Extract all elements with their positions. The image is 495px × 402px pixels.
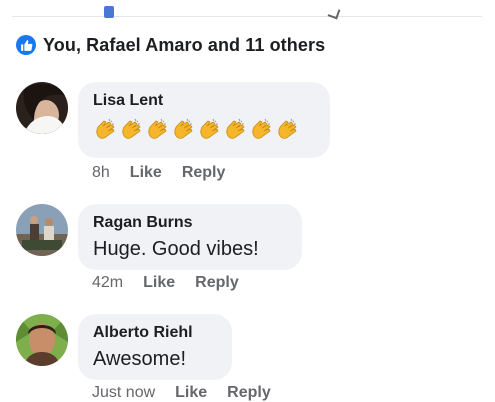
clapping-hands-emoji — [200, 118, 219, 139]
clapping-hands-emoji — [226, 118, 245, 139]
thumbs-up-icon — [16, 35, 36, 55]
comment-bubble[interactable]: Ragan Burns Huge. Good vibes! — [78, 204, 302, 270]
clapping-hands-emoji — [278, 118, 297, 139]
reply-button[interactable]: Reply — [195, 274, 239, 292]
clapping-hands-emoji — [96, 118, 115, 139]
reactions-summary-text: You, Rafael Amaro and 11 others — [43, 34, 326, 55]
comment-actions: 8h Like Reply — [92, 164, 225, 182]
comment-timestamp: 42m — [92, 274, 124, 291]
comment-timestamp: 8h — [92, 164, 110, 181]
comment-text: Awesome! — [93, 348, 187, 370]
comment-actions: Just now Like Reply — [92, 384, 271, 402]
clapping-hands-emoji — [122, 118, 141, 139]
top-divider — [12, 6, 482, 20]
reply-button[interactable]: Reply — [182, 164, 226, 182]
avatar[interactable] — [16, 204, 68, 256]
clapping-hands-emoji — [252, 118, 271, 139]
avatar[interactable] — [16, 314, 68, 366]
reactions-summary[interactable]: You, Rafael Amaro and 11 others — [16, 33, 325, 57]
like-button[interactable]: Like — [130, 164, 162, 182]
reply-button[interactable]: Reply — [227, 384, 271, 402]
comment-author[interactable]: Alberto Riehl — [93, 324, 216, 342]
comment-author[interactable]: Ragan Burns — [93, 214, 286, 232]
comment-actions: 42m Like Reply — [92, 274, 239, 292]
like-button[interactable]: Like — [143, 274, 175, 292]
clapping-hands-emoji — [148, 118, 167, 139]
clapping-hands-emoji — [174, 118, 193, 139]
top-action-icon-partial[interactable] — [104, 6, 114, 18]
avatar[interactable] — [16, 82, 68, 134]
share-icon-partial[interactable] — [327, 6, 341, 20]
comment-author[interactable]: Lisa Lent — [93, 92, 314, 110]
like-button[interactable]: Like — [175, 384, 207, 402]
comment-bubble[interactable]: Lisa Lent — [78, 82, 330, 158]
comment-timestamp: Just now — [92, 384, 156, 401]
comment-bubble[interactable]: Alberto Riehl Awesome! — [78, 314, 232, 380]
comment-text: Huge. Good vibes! — [93, 238, 259, 260]
clapping-hands-emoji-row — [93, 117, 314, 141]
